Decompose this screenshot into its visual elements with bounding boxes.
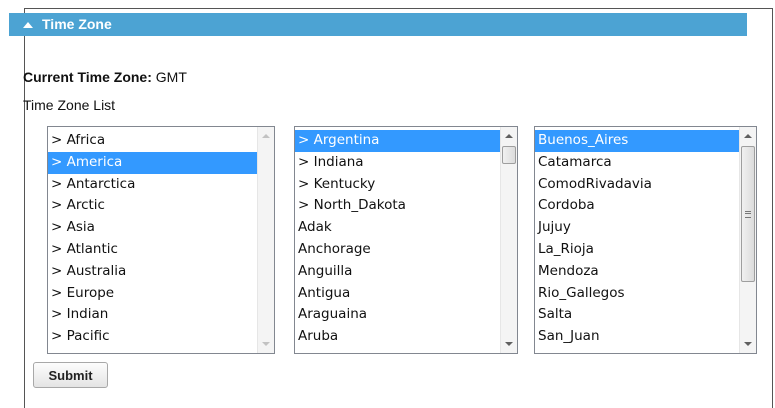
list-option[interactable]: > Arctic: [48, 195, 274, 217]
list-option[interactable]: Rio_Gallegos: [535, 283, 756, 305]
list-option[interactable]: > Indiana: [295, 152, 517, 174]
america-list: > Argentina > Indiana > Kentucky > North_Da…: [295, 127, 517, 348]
list-option[interactable]: > Pacific: [48, 326, 274, 348]
current-time-zone-label: Current Time Zone:: [23, 69, 152, 85]
list-option[interactable]: Cordoba: [535, 195, 756, 217]
list-option[interactable]: Araguaina: [295, 304, 517, 326]
list-option[interactable]: Anchorage: [295, 239, 517, 261]
argentina-listbox[interactable]: Buenos_Aires Catamarca ComodRivadavia Cordo…: [534, 126, 757, 354]
list-option[interactable]: Antigua: [295, 283, 517, 305]
scrollbar-grip-icon: [745, 211, 751, 218]
collapse-triangle-icon[interactable]: [23, 22, 33, 28]
region-listbox[interactable]: > Africa > America > Antarctica > Arctic > A…: [47, 126, 275, 354]
scroll-down-arrow-icon[interactable]: [262, 342, 270, 346]
current-time-zone-value: GMT: [155, 69, 187, 85]
list-option[interactable]: Anguilla: [295, 261, 517, 283]
section-title: Time Zone: [42, 16, 112, 32]
argentina-list: Buenos_Aires Catamarca ComodRivadavia Cordo…: [535, 127, 756, 348]
list-option[interactable]: Adak: [295, 217, 517, 239]
scroll-up-arrow-icon[interactable]: [505, 134, 513, 138]
list-option[interactable]: Aruba: [295, 326, 517, 348]
list-option[interactable]: ComodRivadavia: [535, 174, 756, 196]
list-option[interactable]: Jujuy: [535, 217, 756, 239]
time-zone-list-label: Time Zone List: [23, 97, 116, 113]
list-option[interactable]: > Asia: [48, 217, 274, 239]
list-option[interactable]: Catamarca: [535, 152, 756, 174]
current-time-zone: Current Time Zone: GMT: [23, 69, 187, 85]
region-list: > Africa > America > Antarctica > Arctic > A…: [48, 127, 274, 348]
scroll-down-arrow-icon[interactable]: [505, 342, 513, 346]
list-option[interactable]: > America: [48, 151, 274, 174]
scrollbar-thumb[interactable]: [502, 146, 516, 164]
scroll-down-arrow-icon[interactable]: [744, 342, 752, 346]
list-option[interactable]: > Australia: [48, 261, 274, 283]
list-option[interactable]: Buenos_Aires: [535, 130, 756, 152]
list-option[interactable]: > Europe: [48, 283, 274, 305]
list-option[interactable]: > North_Dakota: [295, 195, 517, 217]
list-option[interactable]: Salta: [535, 304, 756, 326]
scrollbar-thumb[interactable]: [741, 146, 755, 282]
list-option[interactable]: > Antarctica: [48, 174, 274, 196]
argentina-scrollbar[interactable]: [739, 127, 756, 353]
list-option[interactable]: > Kentucky: [295, 174, 517, 196]
list-option[interactable]: > Indian: [48, 304, 274, 326]
scroll-up-arrow-icon[interactable]: [744, 134, 752, 138]
region-scrollbar[interactable]: [257, 127, 274, 353]
submit-button[interactable]: Submit: [33, 362, 108, 388]
america-scrollbar[interactable]: [500, 127, 517, 353]
time-zone-section-header[interactable]: Time Zone: [9, 13, 747, 36]
list-option[interactable]: > Atlantic: [48, 239, 274, 261]
scroll-up-arrow-icon[interactable]: [262, 134, 270, 138]
list-option[interactable]: San_Juan: [535, 326, 756, 348]
list-option[interactable]: La_Rioja: [535, 239, 756, 261]
list-option[interactable]: Mendoza: [535, 261, 756, 283]
list-option[interactable]: > Africa: [48, 130, 274, 152]
america-listbox[interactable]: > Argentina > Indiana > Kentucky > North_Da…: [294, 126, 518, 354]
list-option[interactable]: > Argentina: [295, 130, 517, 152]
